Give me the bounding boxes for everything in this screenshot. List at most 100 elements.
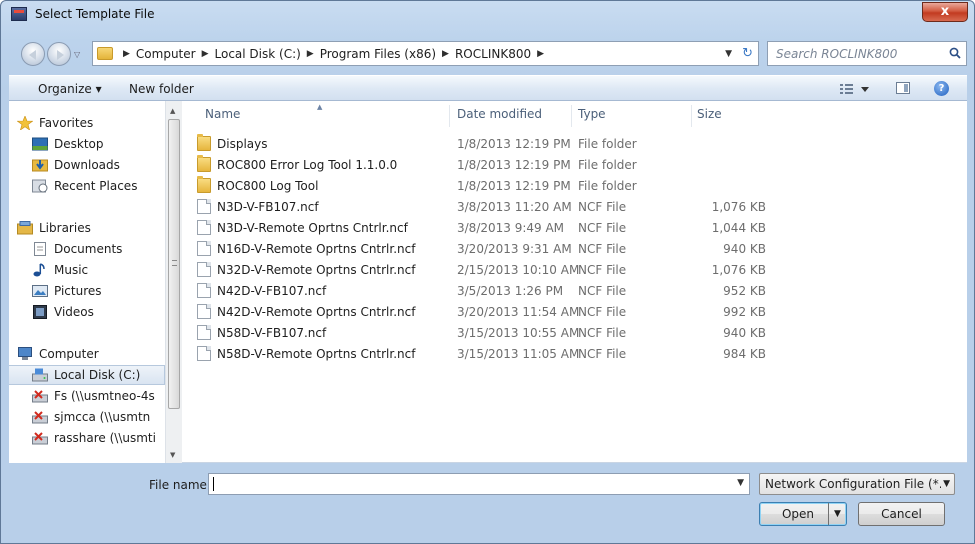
navigation-scrollbar[interactable]: ▲ ▼ <box>165 101 182 463</box>
file-date: 3/8/2013 9:49 AM <box>457 221 565 235</box>
search-input[interactable]: Search ROCLINK800 <box>776 47 897 61</box>
file-row[interactable]: N16D-V-Remote Oprtns Cntrlr.ncf 3/20/2013… <box>189 239 789 260</box>
file-type: NCF File <box>578 200 627 214</box>
file-icon <box>197 283 211 298</box>
breadcrumb-computer[interactable]: Computer <box>136 47 196 61</box>
breadcrumb-roclink800[interactable]: ROCLINK800 <box>455 47 531 61</box>
app-icon <box>11 7 27 21</box>
text-caret <box>213 477 214 491</box>
dialog-footer: File name: ▼ Network Configuration File … <box>9 464 967 534</box>
file-row[interactable]: N58D-V-FB107.ncf 3/15/2013 10:55 AM NCF Fi… <box>189 323 789 344</box>
change-view-icon[interactable] <box>838 81 878 97</box>
file-row[interactable]: N32D-V-Remote Oprtns Cntrlr.ncf 2/15/2013… <box>189 260 789 281</box>
search-box[interactable]: Search ROCLINK800 <box>767 41 967 66</box>
file-type-filter[interactable]: Network Configuration File (*.n ▼ <box>759 473 955 495</box>
recent-places-icon <box>32 179 48 193</box>
filter-dropdown-icon[interactable]: ▼ <box>941 474 950 494</box>
close-button[interactable]: x <box>922 2 968 22</box>
address-bar[interactable]: ▶ Computer ▶ Local Disk (C:) ▶ Program F… <box>92 41 759 66</box>
open-label: Open <box>781 507 815 521</box>
nav-item-local-disk[interactable]: Local Disk (C:) <box>9 365 165 385</box>
local-disk-icon <box>32 368 48 382</box>
file-name: N32D-V-Remote Oprtns Cntrlr.ncf <box>217 263 416 277</box>
file-row[interactable]: N3D-V-Remote Oprtns Cntrlr.ncf 3/8/2013 9… <box>189 218 789 239</box>
file-icon <box>197 241 211 256</box>
address-row: ▽ ▶ Computer ▶ Local Disk (C:) ▶ Program… <box>9 41 967 67</box>
cancel-button[interactable]: Cancel <box>858 502 945 526</box>
file-size: 984 KB <box>723 347 766 361</box>
breadcrumb-program-files[interactable]: Program Files (x86) <box>320 47 436 61</box>
scroll-up-icon[interactable]: ▲ <box>170 107 175 115</box>
file-size: 1,044 KB <box>711 221 766 235</box>
file-type: NCF File <box>578 326 627 340</box>
file-name-label: File name: <box>149 478 211 492</box>
file-row[interactable]: ROC800 Error Log Tool 1.1.0.0 1/8/2013 12… <box>189 155 789 176</box>
videos-icon <box>33 305 47 319</box>
file-type: NCF File <box>578 284 627 298</box>
file-type: NCF File <box>578 305 627 319</box>
nav-label: Documents <box>54 242 123 256</box>
file-icon <box>197 325 211 340</box>
file-row[interactable]: N42D-V-FB107.ncf 3/5/2013 1:26 PM NCF File… <box>189 281 789 302</box>
file-name: ROC800 Error Log Tool 1.1.0.0 <box>217 158 398 172</box>
column-header-date[interactable]: Date modified <box>457 107 542 121</box>
folder-icon <box>197 134 211 151</box>
organize-menu[interactable]: Organize ▾ <box>38 82 102 96</box>
file-type: NCF File <box>578 347 627 361</box>
forward-button[interactable] <box>47 42 71 66</box>
column-header-type[interactable]: Type <box>578 107 606 121</box>
disconnected-drive-icon <box>32 432 48 445</box>
navigation-pane: Favorites Desktop Downloads Recent Place… <box>9 101 165 463</box>
file-row[interactable]: ROC800 Log Tool 1/8/2013 12:19 PM File fol… <box>189 176 789 197</box>
breadcrumb-local-disk[interactable]: Local Disk (C:) <box>215 47 301 61</box>
file-row[interactable]: N3D-V-FB107.ncf 3/8/2013 11:20 AM NCF File… <box>189 197 789 218</box>
open-options-dropdown-icon[interactable]: ▼ <box>828 503 846 525</box>
file-row[interactable]: N58D-V-Remote Oprtns Cntrlr.ncf 3/15/2013… <box>189 344 789 365</box>
content-area: Favorites Desktop Downloads Recent Place… <box>9 101 967 463</box>
nav-label: Computer <box>39 347 99 361</box>
column-header-name[interactable]: Name <box>205 107 240 121</box>
help-icon[interactable]: ? <box>934 81 949 96</box>
breadcrumb-separator-icon[interactable]: ▶ <box>442 49 449 59</box>
column-divider[interactable] <box>449 105 450 127</box>
nav-label: Local Disk (C:) <box>54 368 141 382</box>
nav-label: Recent Places <box>54 179 138 193</box>
breadcrumb-separator-icon[interactable]: ▶ <box>123 49 130 59</box>
column-divider[interactable] <box>571 105 572 127</box>
breadcrumb-separator-icon[interactable]: ▶ <box>537 49 544 59</box>
scroll-down-icon[interactable]: ▼ <box>170 451 175 459</box>
nav-item-computer[interactable]: Computer <box>17 344 173 364</box>
file-date: 1/8/2013 12:19 PM <box>457 179 571 193</box>
file-size: 940 KB <box>723 242 766 256</box>
file-name: N3D-V-Remote Oprtns Cntrlr.ncf <box>217 221 408 235</box>
scrollbar-thumb[interactable] <box>168 119 180 409</box>
folder-icon <box>97 47 113 60</box>
refresh-icon[interactable]: ↻ <box>742 46 753 61</box>
column-header-size[interactable]: Size <box>697 107 722 121</box>
file-type: NCF File <box>578 221 627 235</box>
file-name: N16D-V-Remote Oprtns Cntrlr.ncf <box>217 242 416 256</box>
back-button[interactable] <box>21 42 45 66</box>
file-type: NCF File <box>578 242 627 256</box>
file-name-dropdown-icon[interactable]: ▼ <box>737 478 744 488</box>
breadcrumb-separator-icon[interactable]: ▶ <box>307 49 314 59</box>
window-title: Select Template File <box>35 7 155 21</box>
file-row[interactable]: Displays 1/8/2013 12:19 PM File folder <box>189 134 789 155</box>
file-name-input[interactable]: ▼ <box>208 473 750 495</box>
address-dropdown-icon[interactable]: ▼ <box>725 49 732 59</box>
preview-pane-icon[interactable] <box>896 82 910 94</box>
file-date: 3/15/2013 11:05 AM <box>457 347 580 361</box>
search-icon[interactable] <box>949 47 961 59</box>
nav-item-favorites[interactable]: Favorites <box>17 113 173 133</box>
file-row[interactable]: N42D-V-Remote Oprtns Cntrlr.ncf 3/20/2013… <box>189 302 789 323</box>
file-name: ROC800 Log Tool <box>217 179 319 193</box>
nav-label: rasshare (\\usmti <box>54 431 156 445</box>
open-button[interactable]: Open ▼ <box>759 502 847 526</box>
column-divider[interactable] <box>691 105 692 127</box>
title-bar: Select Template File x <box>1 1 974 29</box>
breadcrumb-separator-icon[interactable]: ▶ <box>202 49 209 59</box>
recent-pages-chevron-icon[interactable]: ▽ <box>74 50 80 59</box>
new-folder-button[interactable]: New folder <box>129 82 194 96</box>
nav-item-libraries[interactable]: Libraries <box>17 218 173 238</box>
nav-label: Pictures <box>54 284 102 298</box>
